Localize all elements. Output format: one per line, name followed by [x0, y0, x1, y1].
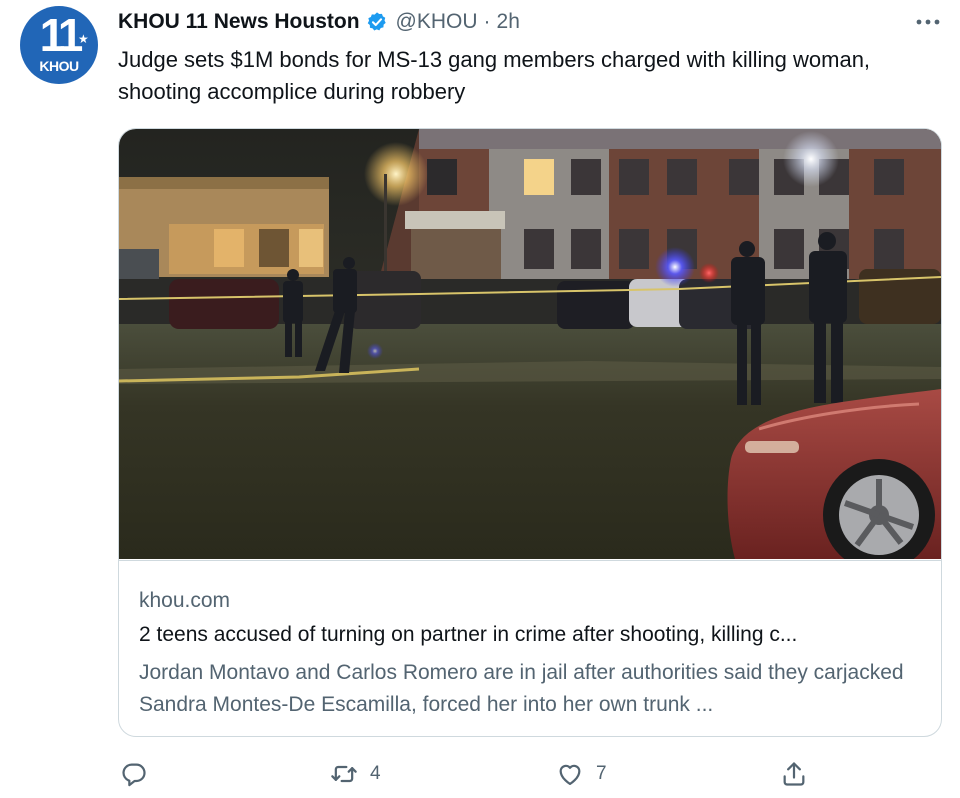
- card-description: Jordan Montavo and Carlos Romero are in …: [139, 661, 904, 716]
- separator: ·: [483, 10, 491, 33]
- handle[interactable]: @KHOU: [396, 10, 478, 34]
- verified-badge-icon: [367, 12, 386, 31]
- card-title: 2 teens accused of turning on partner in…: [139, 623, 798, 646]
- timestamp[interactable]: 2h: [497, 10, 520, 34]
- like-icon: [559, 764, 581, 786]
- share-button[interactable]: [780, 755, 808, 793]
- more-button[interactable]: [912, 12, 944, 32]
- reply-button[interactable]: [120, 755, 160, 793]
- card-domain: khou.com: [139, 589, 231, 612]
- tweet-text: Judge sets $1M bonds for MS-13 gang memb…: [118, 47, 871, 104]
- avatar-logo-text: KHOU: [39, 58, 79, 74]
- card-body[interactable]: khou.com 2 teens accused of turning on p…: [119, 560, 941, 716]
- like-button[interactable]: 7: [556, 755, 607, 793]
- card-image[interactable]: [119, 129, 941, 559]
- share-icon: [783, 762, 805, 786]
- display-name[interactable]: KHOU 11 News Houston: [118, 10, 360, 34]
- retweet-icon: [331, 765, 357, 783]
- avatar[interactable]: 11 ★ KHOU: [20, 6, 98, 84]
- retweet-button[interactable]: 4: [330, 755, 381, 793]
- avatar-star-icon: ★: [78, 32, 89, 46]
- reply-icon: [122, 763, 146, 787]
- tweet-actions: 4 7: [118, 755, 948, 793]
- like-count: 7: [596, 763, 607, 784]
- link-card[interactable]: khou.com 2 teens accused of turning on p…: [118, 128, 942, 737]
- retweet-count: 4: [370, 763, 381, 784]
- more-icon: [916, 19, 940, 25]
- tweet-header: KHOU 11 News Houston @KHOU · 2h: [118, 8, 520, 36]
